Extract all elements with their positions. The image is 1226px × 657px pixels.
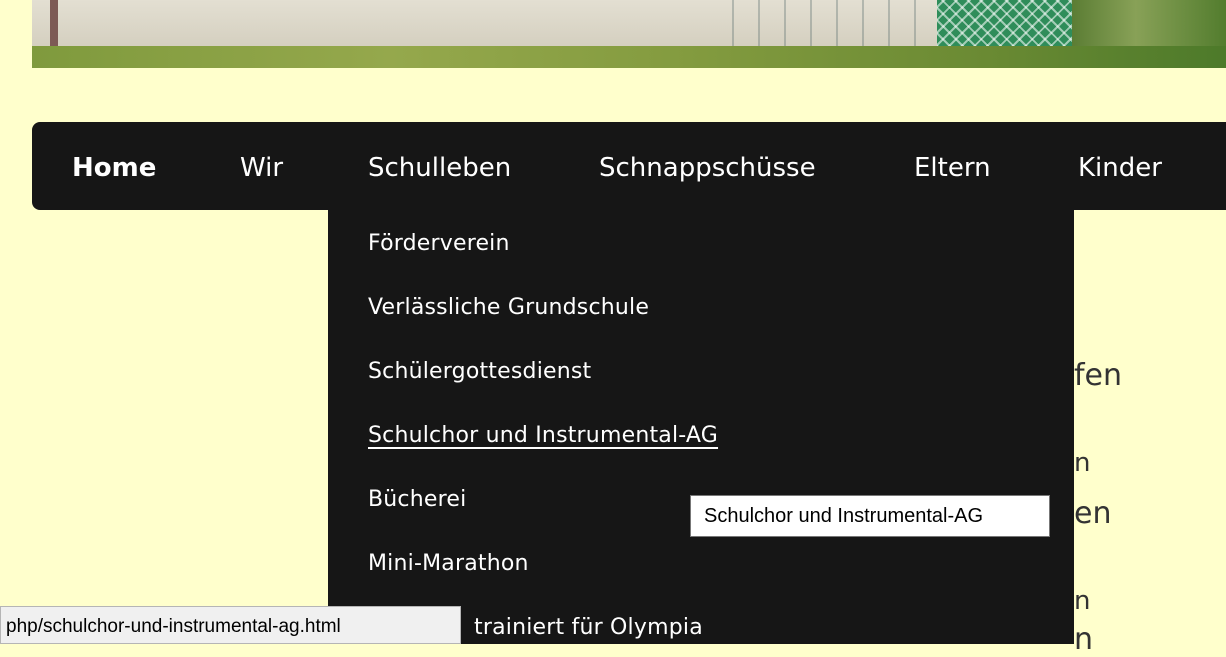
content-text-fragment: en	[1074, 496, 1112, 531]
nav-item-schnappschuesse[interactable]: Schnappschüsse	[599, 122, 816, 210]
content-text-fragment: n	[1074, 622, 1094, 657]
nav-item-eltern[interactable]: Eltern	[914, 122, 991, 210]
main-nav: Home Wir Schulleben Schnappschüsse Elter…	[32, 122, 1226, 210]
link-tooltip: Schulchor und Instrumental-AG	[690, 495, 1050, 537]
dropdown-item-olympia[interactable]: trainiert für Olympia	[474, 615, 703, 640]
content-text-fragment: n	[1074, 586, 1091, 616]
nav-item-wir[interactable]: Wir	[240, 122, 283, 210]
dropdown-item-foerderverein[interactable]: Förderverein	[368, 231, 510, 256]
dropdown-item-buecherei[interactable]: Bücherei	[368, 487, 466, 512]
dropdown-item-mini-marathon[interactable]: Mini-Marathon	[368, 551, 529, 576]
dropdown-item-verlaessliche-grundschule[interactable]: Verlässliche Grundschule	[368, 295, 649, 320]
nav-item-home[interactable]: Home	[72, 122, 156, 210]
schulleben-dropdown-menu: Förderverein Verlässliche Grundschule Sc…	[328, 210, 1074, 644]
nav-item-schulleben[interactable]: Schulleben	[368, 122, 511, 210]
browser-status-url: php/schulchor-und-instrumental-ag.html	[0, 606, 461, 644]
dropdown-item-schulchor[interactable]: Schulchor und Instrumental-AG	[368, 423, 718, 448]
photo-trees	[1072, 0, 1226, 50]
photo-grass	[32, 46, 1226, 68]
content-text-fragment: fen	[1074, 358, 1123, 393]
content-text-fragment: n	[1074, 448, 1091, 478]
dropdown-item-schuelergottesdienst[interactable]: Schülergottesdienst	[368, 359, 591, 384]
header-photo	[32, 0, 1226, 68]
nav-item-kinder[interactable]: Kinder	[1078, 122, 1162, 210]
